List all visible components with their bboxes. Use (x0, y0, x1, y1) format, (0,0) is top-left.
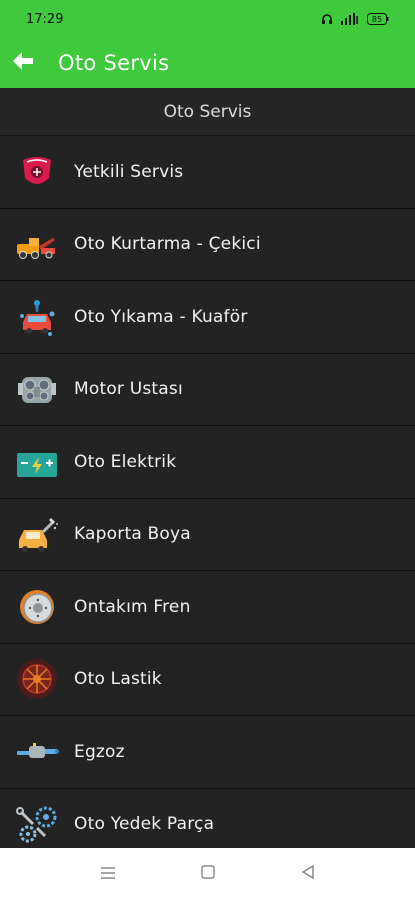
list-item-ontakim-fren[interactable]: Ontakım Fren (0, 571, 415, 644)
car-battery-icon (15, 440, 59, 484)
brand-emblem-icon (15, 150, 59, 194)
list-item-kaporta-boya[interactable]: Kaporta Boya (0, 498, 415, 571)
nav-recents-button[interactable] (95, 861, 121, 887)
triangle-back-icon (300, 864, 316, 884)
engine-icon (15, 367, 59, 411)
status-bar: 17:29 85 (0, 0, 415, 38)
square-icon (200, 864, 216, 884)
headphones-icon (321, 13, 333, 25)
status-time: 17:29 (26, 11, 64, 27)
battery-level: 85 (372, 15, 382, 24)
service-category-list[interactable]: Oto Servis Yetkili Servis Oto Kurtarma -… (0, 88, 415, 848)
list-item-oto-elektrik[interactable]: Oto Elektrik (0, 426, 415, 499)
list-item-oto-yedek-parca[interactable]: Oto Yedek Parça (0, 788, 415, 848)
list-item-motor-ustasi[interactable]: Motor Ustası (0, 353, 415, 426)
back-button[interactable] (8, 48, 38, 78)
list-item-oto-kurtarma[interactable]: Oto Kurtarma - Çekici (0, 208, 415, 281)
arrow-left-icon (11, 51, 35, 75)
item-label: Oto Yıkama - Kuaför (74, 306, 248, 327)
item-label: Ontakım Fren (74, 596, 191, 617)
list-header: Oto Servis (0, 88, 415, 136)
item-label: Oto Lastik (74, 669, 162, 690)
battery-icon: 85 (367, 13, 389, 25)
car-paint-icon (15, 512, 59, 556)
page-title: Oto Servis (58, 51, 170, 75)
brake-disc-icon (15, 585, 59, 629)
tow-truck-icon (15, 222, 59, 266)
item-label: Egzoz (74, 741, 125, 762)
tire-icon (15, 657, 59, 701)
exhaust-icon (15, 730, 59, 774)
nav-home-button[interactable] (195, 861, 221, 887)
item-label: Yetkili Servis (74, 161, 184, 182)
list-item-yetkili-servis[interactable]: Yetkili Servis (0, 136, 415, 209)
system-nav-bar (0, 848, 415, 900)
car-wash-icon (15, 295, 59, 339)
item-label: Kaporta Boya (74, 524, 191, 545)
signal-icon (341, 13, 359, 25)
item-label: Oto Kurtarma - Çekici (74, 234, 261, 255)
item-label: Motor Ustası (74, 379, 183, 400)
list-item-egzoz[interactable]: Egzoz (0, 716, 415, 789)
spare-parts-icon (15, 802, 59, 846)
nav-back-button[interactable] (295, 861, 321, 887)
item-label: Oto Yedek Parça (74, 814, 215, 835)
menu-icon (100, 865, 116, 884)
item-label: Oto Elektrik (74, 451, 177, 472)
status-icons: 85 (321, 13, 389, 25)
list-item-oto-lastik[interactable]: Oto Lastik (0, 643, 415, 716)
app-bar: Oto Servis (0, 38, 415, 88)
list-item-oto-yikama[interactable]: Oto Yıkama - Kuaför (0, 281, 415, 354)
